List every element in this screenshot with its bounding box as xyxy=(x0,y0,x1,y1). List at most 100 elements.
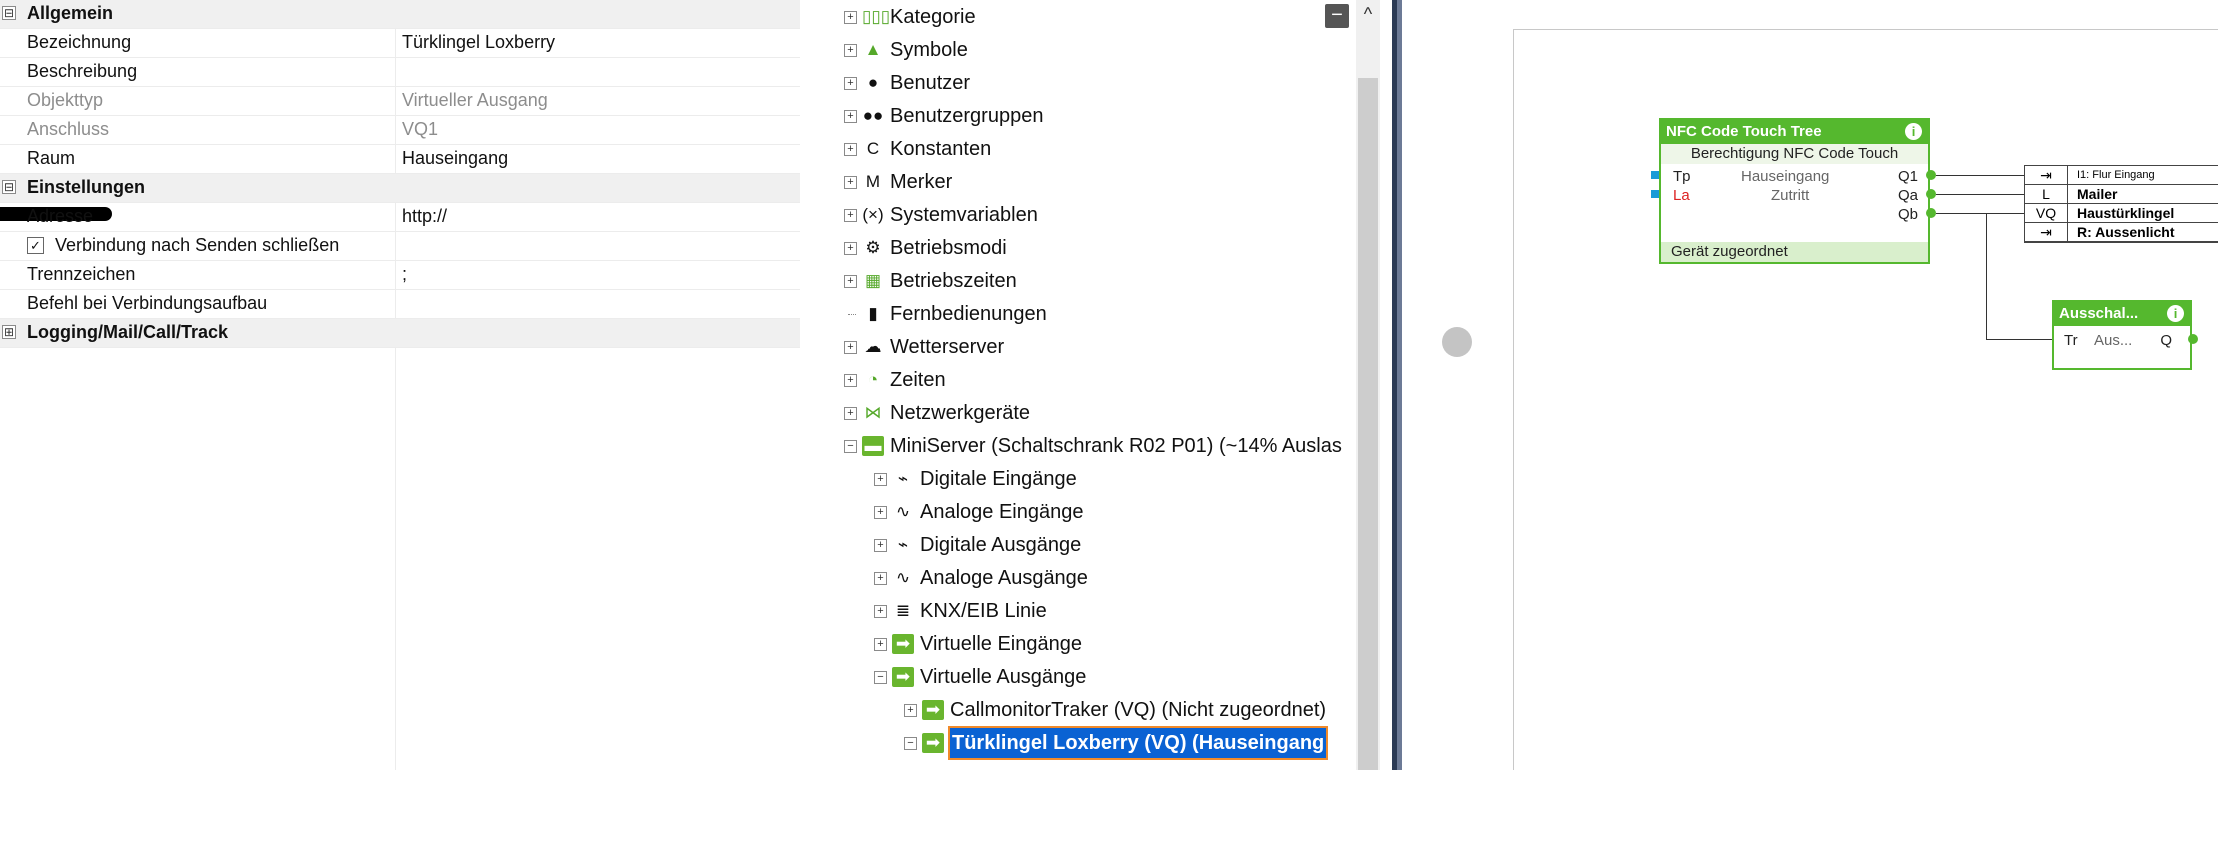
expander-icon[interactable]: + xyxy=(874,638,887,651)
connection-node[interactable] xyxy=(1442,327,1472,357)
tree-item[interactable]: + ● Benutzer xyxy=(844,68,1344,98)
category-expander-icon[interactable]: ⊟ xyxy=(2,180,16,194)
input-tp[interactable]: Tp xyxy=(1673,168,1691,185)
expander-icon[interactable]: + xyxy=(844,110,857,123)
tree-item[interactable]: + (×) Systemvariablen xyxy=(844,200,1344,230)
input-pin[interactable] xyxy=(1651,190,1659,198)
tree-item[interactable]: + ●● Benutzergruppen xyxy=(844,101,1344,131)
tree-item[interactable]: + C Konstanten xyxy=(844,134,1344,164)
tree-item[interactable]: − ➡ Virtuelle Ausgänge xyxy=(874,662,1344,692)
property-row[interactable]: Trennzeichen; xyxy=(0,261,800,290)
input-la[interactable]: La xyxy=(1673,187,1690,204)
tree-item[interactable]: + M Merker xyxy=(844,167,1344,197)
expander-icon[interactable]: + xyxy=(844,176,857,189)
output-pin[interactable] xyxy=(1926,189,1936,199)
program-canvas[interactable] xyxy=(1402,0,2218,770)
property-category[interactable]: ⊞ Logging/Mail/Call/Track xyxy=(0,319,800,348)
property-row[interactable]: ✓ Verbindung nach Senden schließen xyxy=(0,232,800,261)
marker-icon: M xyxy=(865,172,881,191)
tree-item[interactable]: − ▬ MiniServer (Schaltschrank R02 P01) (~1… xyxy=(844,431,1344,461)
clock-icon: ◔ xyxy=(867,370,879,389)
input-pin[interactable] xyxy=(1651,171,1659,179)
tree-item[interactable]: + ➡ Virtuelle Eingänge xyxy=(874,629,1344,659)
tree-item[interactable]: + ▦ Betriebszeiten xyxy=(844,266,1344,296)
expander-icon[interactable]: + xyxy=(874,473,887,486)
expander-icon[interactable]: + xyxy=(844,242,857,255)
collapse-all-button[interactable]: − xyxy=(1325,4,1349,28)
output-qa[interactable]: Qa xyxy=(1898,187,1918,204)
property-value[interactable]: Hauseingang xyxy=(402,148,508,169)
property-row[interactable]: Adresse http:// xyxy=(0,203,800,232)
output-reference-row[interactable]: VQ Haustürklingel xyxy=(2025,204,2218,223)
expander-icon[interactable]: + xyxy=(874,572,887,585)
tree-item[interactable]: + ⌁ Digitale Ausgänge xyxy=(874,530,1344,560)
ausschalt-block[interactable]: Ausschal... i Tr Aus... Q xyxy=(2052,300,2192,370)
property-row[interactable]: Befehl bei Verbindungsaufbau xyxy=(0,290,800,319)
tree-item[interactable]: + ➡ CallmonitorTraker (VQ) (Nicht zugeordn… xyxy=(904,695,1344,725)
remote-icon: ▮ xyxy=(868,304,878,323)
property-category[interactable]: ⊟ Einstellungen xyxy=(0,174,800,203)
block-header[interactable]: NFC Code Touch Tree i xyxy=(1661,120,1928,144)
tree-item[interactable]: ▮ Fernbedienungen xyxy=(844,299,1344,329)
scroll-up-icon[interactable]: ^ xyxy=(1356,2,1380,26)
block-header[interactable]: Ausschal... i xyxy=(2054,302,2190,326)
info-icon[interactable]: i xyxy=(2167,305,2184,322)
property-value[interactable]: Türklingel Loxberry xyxy=(402,32,555,53)
expander-icon[interactable]: − xyxy=(904,737,917,750)
output-pin[interactable] xyxy=(1926,208,1936,218)
tree-item[interactable]: + ☁ Wetterserver xyxy=(844,332,1344,362)
output-pin[interactable] xyxy=(2188,334,2198,344)
output-pin[interactable] xyxy=(1926,170,1936,180)
output-q[interactable]: Q xyxy=(2160,332,2172,349)
expander-icon[interactable]: + xyxy=(844,374,857,387)
tree-scrollbar[interactable]: ^ xyxy=(1356,0,1380,770)
output-qb[interactable]: Qb xyxy=(1898,206,1918,223)
tree-item[interactable]: + ∿ Analoge Eingänge xyxy=(874,497,1344,527)
property-row[interactable]: Raum Hauseingang xyxy=(0,145,800,174)
input-tr[interactable]: Tr xyxy=(2064,332,2078,349)
expander-icon[interactable]: + xyxy=(844,209,857,222)
expander-icon[interactable]: + xyxy=(844,77,857,90)
expander-icon[interactable]: + xyxy=(874,539,887,552)
tree-item[interactable]: + ◔ Zeiten xyxy=(844,365,1344,395)
tree-item-label: Digitale Eingänge xyxy=(920,468,1077,490)
output-reference-row[interactable]: ⇥ R: Aussenlicht xyxy=(2025,223,2218,242)
expander-icon[interactable]: + xyxy=(844,341,857,354)
property-row[interactable]: Objekttyp Virtueller Ausgang xyxy=(0,87,800,116)
expander-icon[interactable]: + xyxy=(874,605,887,618)
expander-icon[interactable]: + xyxy=(874,506,887,519)
expander-icon[interactable]: + xyxy=(844,143,857,156)
expander-icon[interactable]: − xyxy=(874,671,887,684)
tree-item[interactable]: + ≣ KNX/EIB Linie xyxy=(874,596,1344,626)
output-q1[interactable]: Q1 xyxy=(1898,168,1918,185)
expander-icon[interactable]: + xyxy=(844,44,857,57)
category-expander-icon[interactable]: ⊞ xyxy=(2,325,16,339)
scrollbar-thumb[interactable] xyxy=(1358,78,1378,770)
property-value[interactable]: ; xyxy=(402,264,407,285)
tree-item-label: Betriebsmodi xyxy=(890,237,1007,259)
tree-item[interactable]: + ⌁ Digitale Eingänge xyxy=(874,464,1344,494)
tree-item[interactable]: + ▲ Symbole xyxy=(844,35,1344,65)
property-row[interactable]: Bezeichnung Türklingel Loxberry xyxy=(0,29,800,58)
tree-item-label: Systemvariablen xyxy=(890,204,1038,226)
tree-item[interactable]: − ➡ Türklingel Loxberry (VQ) (Hauseingang xyxy=(904,726,1344,760)
property-row[interactable]: Anschluss VQ1 xyxy=(0,116,800,145)
expander-icon[interactable]: + xyxy=(904,704,917,717)
property-value[interactable]: http:// xyxy=(402,206,447,227)
output-reference-row[interactable]: ⇥ I1: Flur Eingang xyxy=(2025,166,2218,185)
tree-item[interactable]: + ▯▯▯ Kategorie xyxy=(844,2,1344,32)
info-icon[interactable]: i xyxy=(1905,123,1922,140)
expander-icon[interactable]: − xyxy=(844,440,857,453)
nfc-code-touch-block[interactable]: NFC Code Touch Tree i Berechtigung NFC C… xyxy=(1659,118,1930,264)
expander-icon[interactable]: + xyxy=(844,275,857,288)
tree-item[interactable]: + ∿ Analoge Ausgänge xyxy=(874,563,1344,593)
output-reference-row[interactable]: L Mailer xyxy=(2025,185,2218,204)
checkbox[interactable]: ✓ xyxy=(27,237,44,254)
category-expander-icon[interactable]: ⊟ xyxy=(2,6,16,20)
property-row[interactable]: Beschreibung xyxy=(0,58,800,87)
property-category[interactable]: ⊟ Allgemein xyxy=(0,0,800,29)
tree-item[interactable]: + ⚙ Betriebsmodi xyxy=(844,233,1344,263)
tree-item[interactable]: + ⋈ Netzwerkgeräte xyxy=(844,398,1344,428)
expander-icon[interactable]: + xyxy=(844,407,857,420)
expander-icon[interactable]: + xyxy=(844,11,857,24)
